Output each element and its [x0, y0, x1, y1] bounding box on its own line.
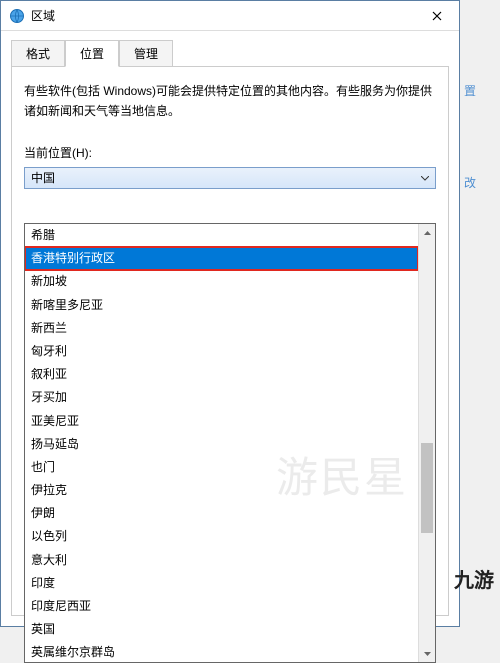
tab-location[interactable]: 位置 [65, 40, 119, 67]
current-location-label: 当前位置(H): [24, 144, 436, 161]
dropdown-item[interactable]: 叙利亚 [25, 363, 418, 386]
dropdown-item[interactable]: 亚美尼亚 [25, 410, 418, 433]
region-dialog: 区域 格式 位置 管理 有些软件(包括 Windows)可能会提供特定位置的其他… [0, 0, 460, 627]
dropdown-item[interactable]: 英国 [25, 618, 418, 641]
brand-text: 九游 [454, 564, 494, 593]
scroll-up-icon[interactable] [419, 224, 436, 241]
dropdown-item[interactable]: 香港特别行政区 [25, 247, 418, 270]
location-dropdown: 希腊香港特别行政区新加坡新喀里多尼亚新西兰匈牙利叙利亚牙买加亚美尼亚扬马延岛也门… [24, 223, 436, 663]
dropdown-item[interactable]: 新西兰 [25, 317, 418, 340]
background-text: 置 改 [460, 60, 500, 260]
tab-format[interactable]: 格式 [11, 40, 65, 67]
dropdown-item[interactable]: 希腊 [25, 224, 418, 247]
dropdown-item[interactable]: 印度尼西亚 [25, 595, 418, 618]
dropdown-item[interactable]: 伊朗 [25, 502, 418, 525]
dropdown-item[interactable]: 扬马延岛 [25, 433, 418, 456]
tab-bar: 格式 位置 管理 [1, 31, 459, 66]
dropdown-item[interactable]: 英属维尔京群岛 [25, 641, 418, 662]
dropdown-item[interactable]: 也门 [25, 456, 418, 479]
close-icon [432, 11, 442, 21]
dropdown-item[interactable]: 新喀里多尼亚 [25, 294, 418, 317]
dropdown-scrollbar[interactable] [418, 224, 435, 662]
scrollbar-thumb[interactable] [421, 443, 433, 533]
combobox-value: 中国 [31, 169, 55, 186]
dropdown-item[interactable]: 匈牙利 [25, 340, 418, 363]
description-text: 有些软件(包括 Windows)可能会提供特定位置的其他内容。有些服务为你提供诸… [24, 81, 436, 122]
close-button[interactable] [415, 1, 459, 31]
dropdown-item[interactable]: 以色列 [25, 525, 418, 548]
scrollbar-track[interactable] [419, 241, 435, 645]
dropdown-item[interactable]: 伊拉克 [25, 479, 418, 502]
tab-admin[interactable]: 管理 [119, 40, 173, 67]
scroll-down-icon[interactable] [419, 645, 436, 662]
window-title: 区域 [31, 7, 415, 24]
location-panel: 有些软件(包括 Windows)可能会提供特定位置的其他内容。有些服务为你提供诸… [11, 66, 449, 616]
dropdown-item[interactable]: 牙买加 [25, 386, 418, 409]
dropdown-list: 希腊香港特别行政区新加坡新喀里多尼亚新西兰匈牙利叙利亚牙买加亚美尼亚扬马延岛也门… [25, 224, 418, 662]
titlebar: 区域 [1, 1, 459, 31]
location-combobox[interactable]: 中国 [24, 167, 436, 189]
dropdown-item[interactable]: 意大利 [25, 549, 418, 572]
dropdown-item[interactable]: 新加坡 [25, 270, 418, 293]
dropdown-item[interactable]: 印度 [25, 572, 418, 595]
chevron-down-icon [417, 171, 432, 186]
globe-icon [9, 8, 25, 24]
